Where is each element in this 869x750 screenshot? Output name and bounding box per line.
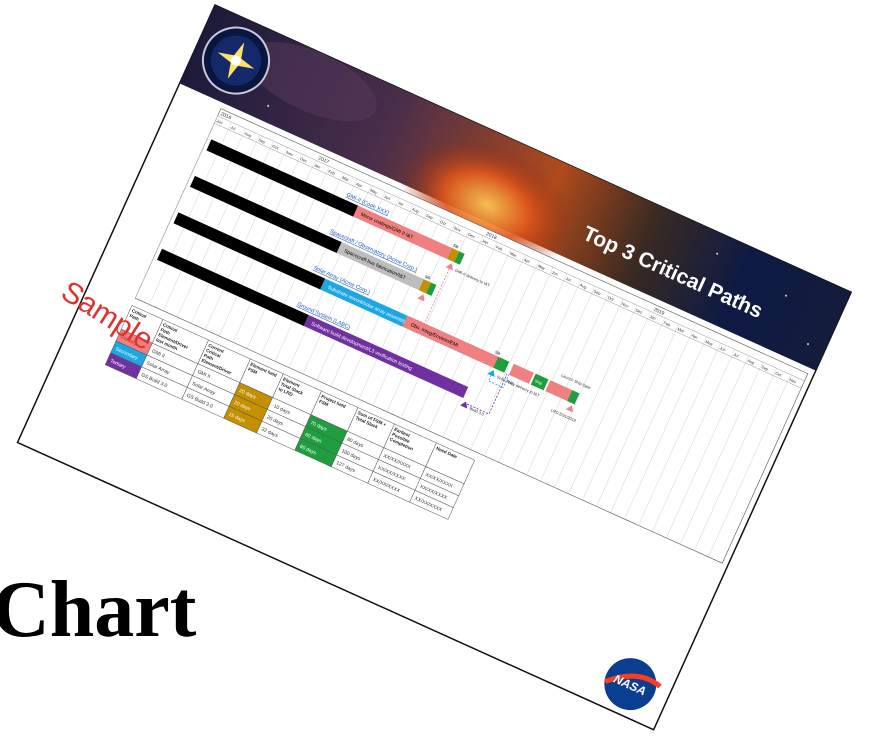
slide-image: Top 3 Critical Paths NASA 20162017201820… (16, 4, 853, 731)
